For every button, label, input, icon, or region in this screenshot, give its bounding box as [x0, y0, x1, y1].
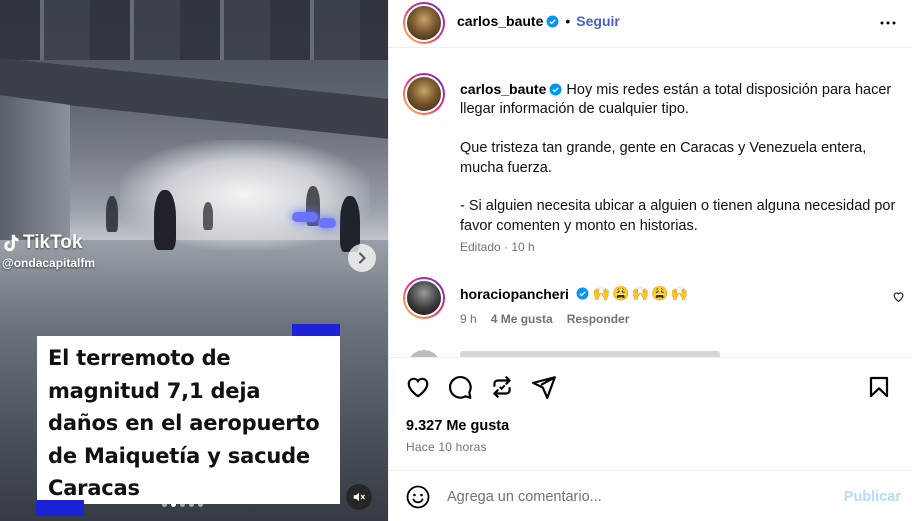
speaker-muted-icon: [353, 492, 365, 502]
post-caption: carlos_baute Hoy mis redes están a total…: [460, 80, 900, 236]
comment-icon[interactable]: [447, 374, 473, 400]
comment-text: 🙌😩🙌😩🙌: [592, 285, 691, 301]
comment-likes[interactable]: 4 Me gusta: [491, 312, 553, 326]
headline-line: de Maiquetía y sacude: [48, 443, 310, 468]
comment-meta: 9 h 4 Me gusta Responder: [460, 312, 629, 326]
carousel-dot[interactable]: [198, 502, 203, 507]
post-media[interactable]: TikTok @ondacapitalfm El terremoto de ma…: [0, 0, 388, 521]
caption-author-avatar[interactable]: [403, 73, 445, 115]
likes-count[interactable]: 9.327 Me gusta: [406, 418, 509, 434]
reply-button[interactable]: Responder: [567, 312, 630, 326]
carousel-dot[interactable]: [162, 502, 167, 507]
carousel-dot[interactable]: [189, 502, 194, 507]
post-side-panel: carlos_baute • Seguir carlos_baute Hoy m…: [388, 0, 912, 521]
carousel-dots: [162, 502, 203, 507]
post-actions: [405, 374, 905, 400]
headline-line: El terremoto de: [48, 346, 231, 370]
comment-input[interactable]: [447, 483, 827, 511]
comment-heart-icon[interactable]: [892, 290, 905, 303]
headline-line: daños en el aeropuerto: [48, 411, 320, 436]
header-separator: •: [565, 13, 571, 29]
carousel-dot[interactable]: [180, 502, 185, 507]
headline-line: magnitud 7,1 deja: [48, 378, 261, 403]
tiktok-handle: @ondacapitalfm: [2, 256, 96, 270]
video-police-light: [318, 218, 336, 228]
comment-composer: Publicar: [389, 470, 912, 521]
headline-accent-bar: [36, 500, 84, 516]
verified-badge-icon: [576, 287, 589, 300]
author-username[interactable]: carlos_baute: [457, 13, 543, 29]
commenter-username[interactable]: horaciopancheri: [460, 286, 569, 302]
publish-comment-button[interactable]: Publicar: [844, 489, 901, 505]
carousel-dot-active[interactable]: [171, 502, 176, 507]
edited-label: Editado: [460, 240, 501, 254]
caption-meta: Editado · 10 h: [460, 240, 535, 254]
video-ceiling: [0, 0, 388, 60]
follow-button[interactable]: Seguir: [576, 13, 620, 29]
caption-paragraph: Que tristeza tan grande, gente en Caraca…: [460, 140, 867, 176]
chevron-right-icon: [359, 252, 366, 264]
post-header: carlos_baute • Seguir: [389, 0, 912, 48]
carousel-next-button[interactable]: [348, 244, 376, 272]
mute-button[interactable]: [346, 484, 372, 510]
next-comment-preview: [460, 351, 720, 357]
tiktok-watermark: TikTok @ondacapitalfm: [2, 232, 95, 270]
verified-badge-icon: [549, 83, 562, 96]
video-person: [154, 190, 176, 250]
headline-line: Caracas: [48, 476, 140, 501]
video-person: [106, 196, 118, 232]
author-avatar[interactable]: [403, 2, 445, 44]
tiktok-brand-text: TikTok: [23, 232, 83, 253]
share-send-icon[interactable]: [531, 374, 557, 400]
post-timestamp: Hace 10 horas: [406, 440, 487, 454]
caption-paragraph: - Si alguien necesita ubicar a alguien o…: [460, 198, 896, 234]
comments-section[interactable]: carlos_baute Hoy mis redes están a total…: [389, 49, 912, 358]
next-commenter-avatar[interactable]: [407, 350, 441, 357]
comment-time: 9 h: [460, 312, 477, 326]
verified-badge-icon: [546, 15, 559, 27]
caption-username[interactable]: carlos_baute: [460, 81, 546, 97]
tiktok-icon: [4, 234, 19, 252]
repost-icon[interactable]: [489, 374, 515, 400]
save-bookmark-icon[interactable]: [867, 374, 891, 400]
caption-time: 10 h: [511, 240, 535, 254]
more-options-icon[interactable]: [879, 14, 897, 32]
emoji-smile-icon[interactable]: [406, 485, 430, 509]
video-police-light: [292, 212, 318, 222]
like-heart-icon[interactable]: [405, 374, 431, 400]
news-headline-box: El terremoto de magnitud 7,1 deja daños …: [37, 336, 340, 504]
commenter-avatar[interactable]: [403, 277, 445, 319]
comment-body: horaciopancheri 🙌😩🙌😩🙌: [460, 285, 690, 302]
video-person: [203, 202, 213, 230]
